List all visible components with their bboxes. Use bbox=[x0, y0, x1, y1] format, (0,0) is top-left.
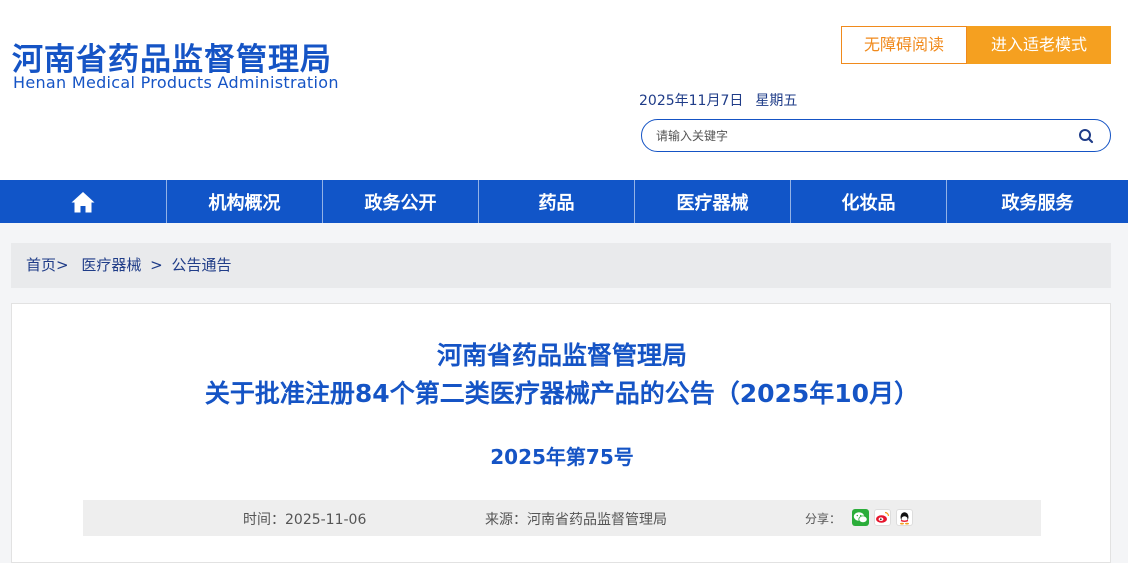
article-title-line2: 关于批准注册84个第二类医疗器械产品的公告（2025年10月） bbox=[204, 379, 920, 408]
nav-item-cosmetics[interactable]: 化妆品 bbox=[791, 180, 947, 223]
search-box bbox=[641, 119, 1111, 152]
qq-icon[interactable] bbox=[896, 509, 913, 526]
accessibility-button[interactable]: 无障碍阅读 bbox=[841, 26, 967, 64]
nav-item-about[interactable]: 机构概况 bbox=[167, 180, 323, 223]
article-container: 河南省药品监督管理局 关于批准注册84个第二类医疗器械产品的公告（2025年10… bbox=[11, 303, 1111, 563]
share-label: 分享： bbox=[805, 512, 842, 526]
search-button[interactable] bbox=[1068, 123, 1104, 149]
source-label: 来源： bbox=[485, 512, 527, 528]
time-value: 2025-11-06 bbox=[285, 512, 367, 528]
main-nav: 机构概况 政务公开 药品 医疗器械 化妆品 政务服务 bbox=[0, 180, 1128, 223]
date-display: 2025年11月7日 星期五 bbox=[639, 90, 797, 110]
nav-item-government-affairs[interactable]: 政务公开 bbox=[323, 180, 479, 223]
weibo-icon[interactable] bbox=[874, 509, 891, 526]
home-icon bbox=[71, 191, 95, 212]
elder-mode-button[interactable]: 进入适老模式 bbox=[967, 26, 1111, 64]
search-icon bbox=[1079, 129, 1094, 144]
time-label: 时间： bbox=[243, 512, 285, 528]
nav-item-services[interactable]: 政务服务 bbox=[947, 180, 1128, 223]
breadcrumb-separator: > bbox=[56, 256, 69, 274]
nav-item-home[interactable] bbox=[0, 180, 167, 223]
document-number: 2025年第75号 bbox=[490, 445, 634, 469]
share-icons bbox=[852, 509, 913, 526]
site-header: 河南省药品监督管理局 Henan Medical Products Admini… bbox=[0, 0, 1128, 180]
breadcrumb-home[interactable]: 首页 bbox=[26, 256, 56, 274]
article-title-line1: 河南省药品监督管理局 bbox=[436, 341, 687, 370]
breadcrumb-announcements[interactable]: 公告通告 bbox=[172, 256, 232, 274]
nav-item-drugs[interactable]: 药品 bbox=[479, 180, 635, 223]
breadcrumb-separator: > bbox=[150, 256, 163, 274]
date-text: 2025年11月7日 bbox=[639, 93, 744, 109]
article-meta-bar: 时间：2025-11-06 来源：河南省药品监督管理局 分享： bbox=[83, 500, 1041, 536]
source-value: 河南省药品监督管理局 bbox=[527, 512, 667, 528]
wechat-icon[interactable] bbox=[852, 509, 869, 526]
publish-time: 时间：2025-11-06 bbox=[243, 509, 366, 529]
site-title-en[interactable]: Henan Medical Products Administration bbox=[13, 73, 339, 92]
search-input[interactable] bbox=[656, 126, 1056, 146]
breadcrumb: 首页> 医疗器械 > 公告通告 bbox=[11, 243, 1111, 288]
breadcrumb-medical-devices[interactable]: 医疗器械 bbox=[81, 256, 141, 274]
weekday-text: 星期五 bbox=[755, 93, 798, 109]
article-source: 来源：河南省药品监督管理局 bbox=[485, 509, 667, 529]
nav-item-medical-devices[interactable]: 医疗器械 bbox=[635, 180, 791, 223]
